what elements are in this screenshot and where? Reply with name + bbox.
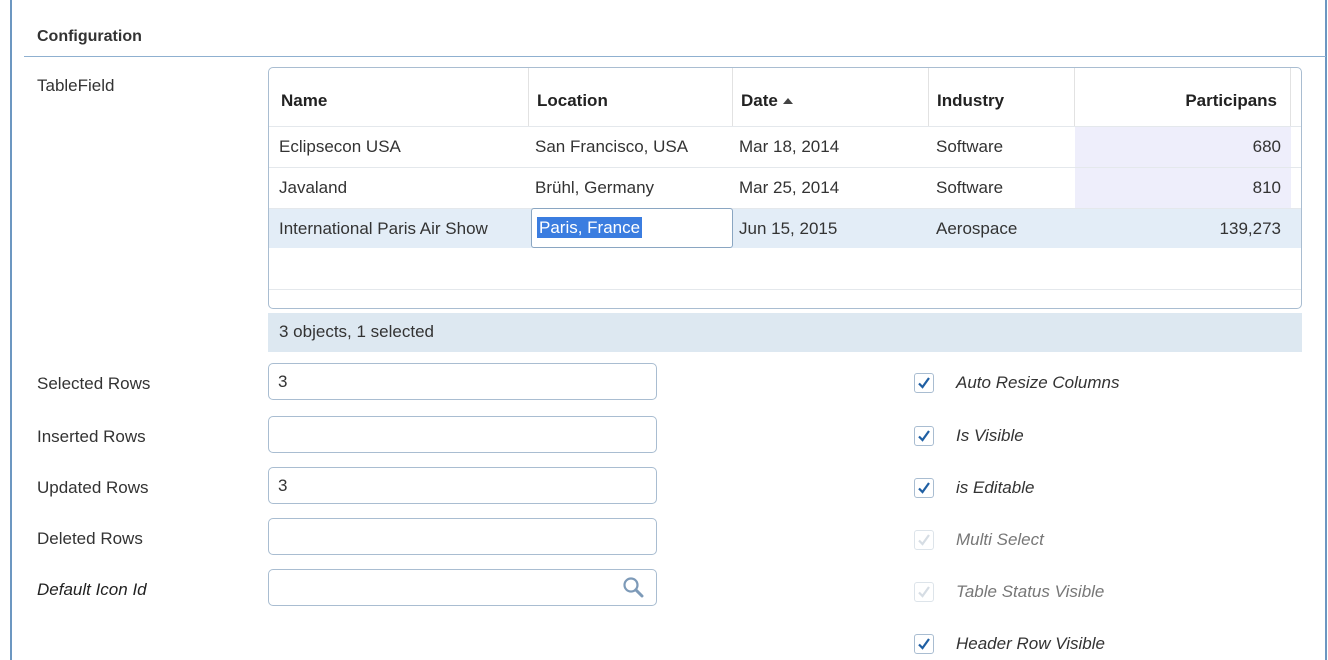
multi-select-checkbox [914,530,934,550]
cell-location: Brühl, Germany [535,178,655,197]
header-row-visible-label: Header Row Visible [956,634,1105,653]
cell-date: Jun 15, 2015 [739,219,838,238]
deleted-rows-label: Deleted Rows [37,529,143,548]
table-field[interactable]: Name Location Date Industry Participans … [268,67,1302,309]
table-status-visible-checkbox [914,582,934,602]
section-divider [24,56,1326,57]
auto-resize-columns-label: Auto Resize Columns [956,373,1120,392]
sort-ascending-icon [782,98,793,104]
multi-select-label: Multi Select [956,530,1044,549]
cell-participants: 139,273 [1219,219,1281,238]
checkmark-icon [918,638,930,650]
header-row-visible-checkbox[interactable] [914,634,934,654]
selected-rows-label: Selected Rows [37,374,151,393]
section-title: Configuration [37,28,142,45]
checkmark-icon [918,534,930,546]
is-editable-checkbox[interactable] [914,478,934,498]
tablefield-label: TableField [37,76,115,95]
cell-name: Javaland [279,178,348,197]
is-editable-label: is Editable [956,478,1035,497]
column-header-location[interactable]: Location [529,68,733,126]
left-border [10,0,12,660]
table-row-selected[interactable]: International Paris Air Show Jun 15, 201… [269,208,1301,248]
selected-text: Paris, France [537,217,643,238]
search-icon[interactable] [622,576,644,598]
cell-industry: Aerospace [936,219,1018,238]
is-visible-checkbox[interactable] [914,426,934,446]
cell-editor-location[interactable]: Paris, France [531,208,733,248]
cell-industry: Software [936,137,1004,156]
checkmark-icon [918,377,930,389]
table-header-row: Name Location Date Industry Participans [269,68,1301,126]
cell-date: Mar 25, 2014 [739,178,840,197]
table-status-bar: 3 objects, 1 selected [268,313,1302,352]
cell-location: San Francisco, USA [535,137,689,156]
updated-rows-input[interactable]: 3 [268,467,657,504]
column-header-industry[interactable]: Industry [929,68,1075,126]
table-row[interactable]: Eclipsecon USA San Francisco, USA Mar 18… [269,126,1301,167]
cell-participants: 680 [1075,127,1291,167]
column-header-date[interactable]: Date [733,68,929,126]
updated-rows-label: Updated Rows [37,478,149,497]
deleted-rows-input[interactable] [268,518,657,555]
configuration-form: Configuration TableField Name Location D… [0,0,1328,660]
checkmark-icon [918,586,930,598]
cell-participants: 810 [1075,168,1291,208]
checkmark-icon [918,430,930,442]
right-border [1325,0,1327,660]
auto-resize-columns-checkbox[interactable] [914,373,934,393]
default-icon-id-input[interactable] [268,569,657,606]
inserted-rows-label: Inserted Rows [37,427,146,446]
table-row-divider [269,289,1301,290]
column-header-name[interactable]: Name [269,68,529,126]
cell-date: Mar 18, 2014 [739,137,840,156]
checkmark-icon [918,482,930,494]
cell-name: International Paris Air Show [279,219,488,238]
inserted-rows-input[interactable] [268,416,657,453]
column-header-participans[interactable]: Participans [1075,68,1291,126]
is-visible-label: Is Visible [956,426,1024,445]
cell-industry: Software [936,178,1004,197]
table-row[interactable]: Javaland Brühl, Germany Mar 25, 2014 Sof… [269,167,1301,208]
cell-name: Eclipsecon USA [279,137,401,156]
default-icon-id-label: Default Icon Id [37,580,147,599]
table-status-visible-label: Table Status Visible [956,582,1105,601]
selected-rows-input[interactable]: 3 [268,363,657,400]
